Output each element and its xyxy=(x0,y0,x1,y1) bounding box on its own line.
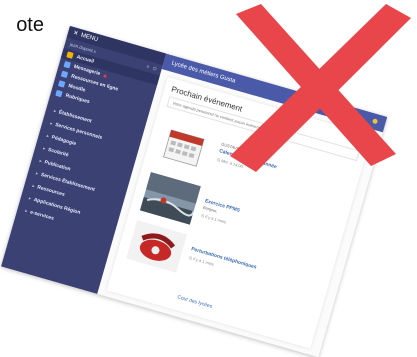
caption-text: ote xyxy=(16,14,44,36)
cour-des-lycees-link[interactable]: Cour des lycées xyxy=(177,294,213,310)
chevron-right-icon: ▸ xyxy=(24,207,29,214)
calendar-icon xyxy=(163,129,205,167)
red-cross-icon xyxy=(230,4,411,172)
chevron-right-icon: ▸ xyxy=(46,132,50,139)
list-icon xyxy=(55,89,63,98)
settings-icon[interactable]: ≡ xyxy=(145,61,151,72)
home-icon xyxy=(66,51,74,59)
moodle-icon xyxy=(57,80,66,88)
mail-icon xyxy=(63,61,71,69)
chevron-right-icon: ▸ xyxy=(35,170,39,176)
phone-photo xyxy=(126,220,188,273)
book-icon xyxy=(60,70,69,79)
chevron-right-icon: ▸ xyxy=(28,195,32,201)
chevron-right-icon: ▸ xyxy=(53,107,57,114)
storm-photo xyxy=(139,171,201,225)
chevron-right-icon: ▸ xyxy=(49,120,54,126)
chevron-right-icon: ▸ xyxy=(39,157,43,164)
chevron-right-icon: ▸ xyxy=(31,182,36,189)
chevron-right-icon: ▸ xyxy=(42,145,46,151)
notification-badge xyxy=(103,73,108,78)
power-icon[interactable]: ⏻ xyxy=(152,63,158,75)
